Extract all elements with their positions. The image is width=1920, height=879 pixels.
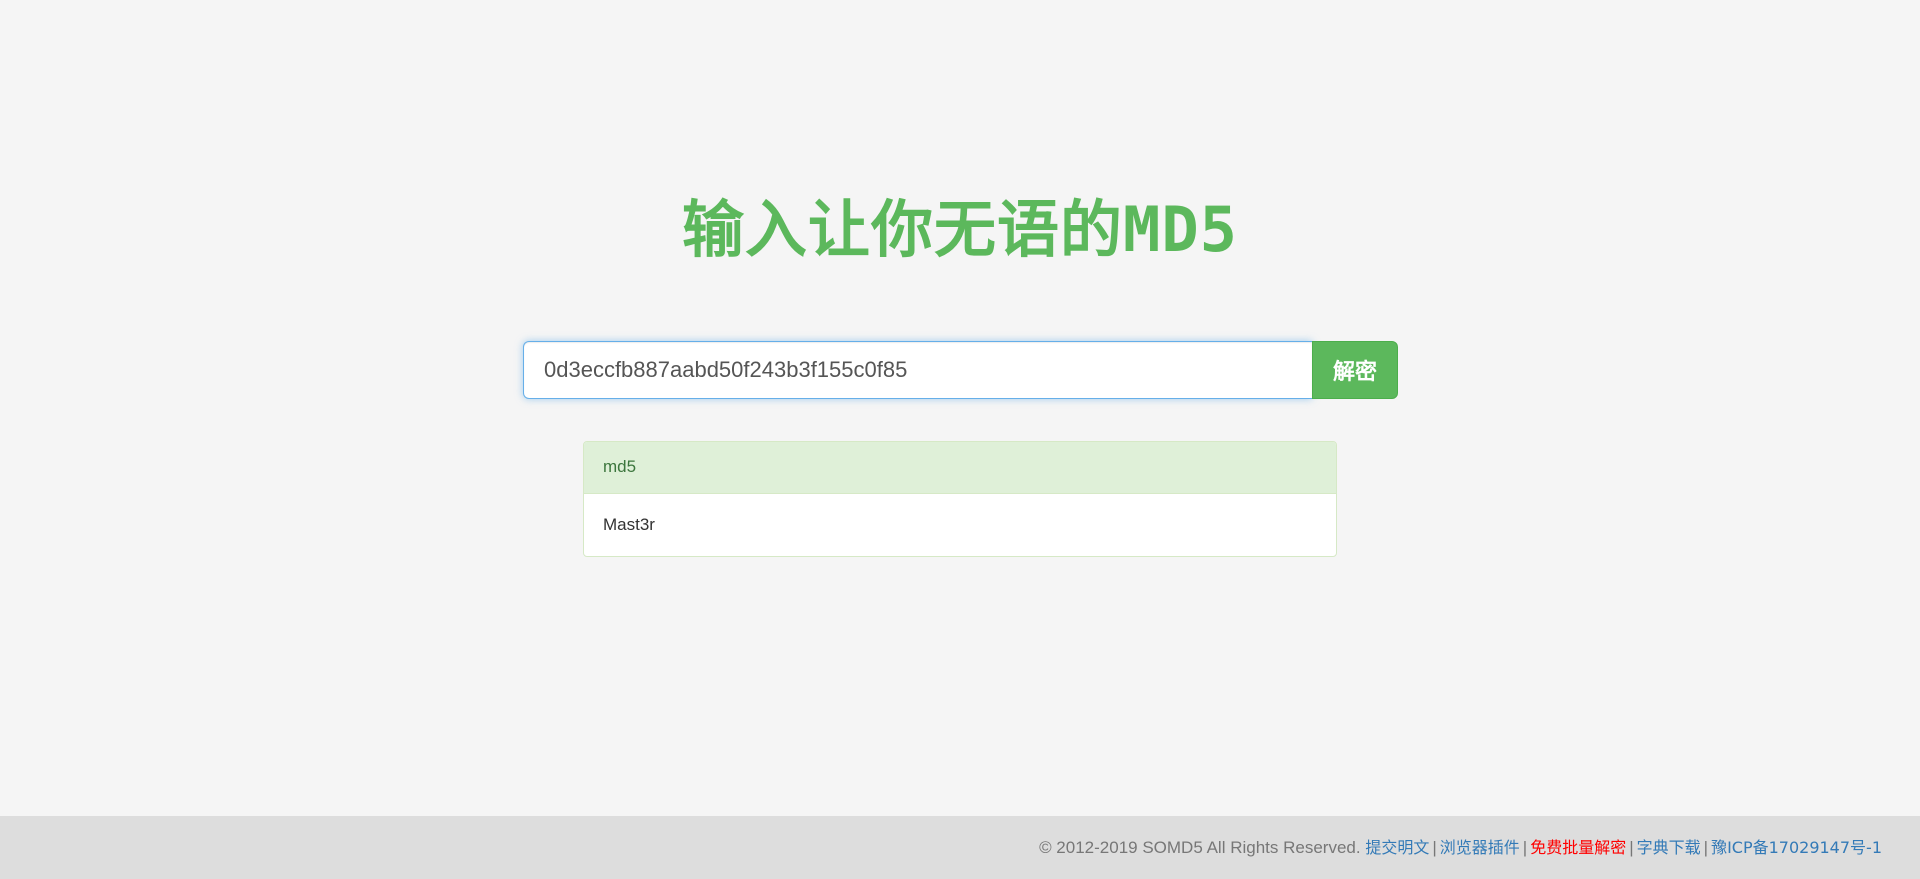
submit-plaintext-link[interactable]: 提交明文 [1365,838,1429,857]
browser-plugin-link[interactable]: 浏览器插件 [1440,838,1520,857]
footer: © 2012-2019 SOMD5 All Rights Reserved. 提… [0,816,1920,879]
dictionary-download-link[interactable]: 字典下载 [1637,838,1701,857]
copyright-text: © 2012-2019 SOMD5 All Rights Reserved. [1039,838,1361,857]
free-batch-decrypt-link[interactable]: 免费批量解密 [1530,838,1626,857]
footer-separator: | [1522,838,1528,857]
md5-input[interactable] [523,341,1312,399]
decrypt-button[interactable]: 解密 [1312,341,1398,399]
icp-license-link[interactable]: 豫ICP备17029147号-1 [1711,838,1882,857]
page-title: 输入让你无语的MD5 [682,193,1238,266]
footer-separator: | [1432,838,1437,857]
footer-separator: | [1703,838,1709,857]
result-value: Mast3r [603,515,655,534]
search-group: 解密 [523,341,1398,399]
main-content: 输入让你无语的MD5 解密 md5 Mast3r [0,0,1920,816]
footer-separator: | [1629,838,1634,857]
result-panel: md5 Mast3r [583,441,1337,557]
result-heading: md5 [584,442,1336,494]
